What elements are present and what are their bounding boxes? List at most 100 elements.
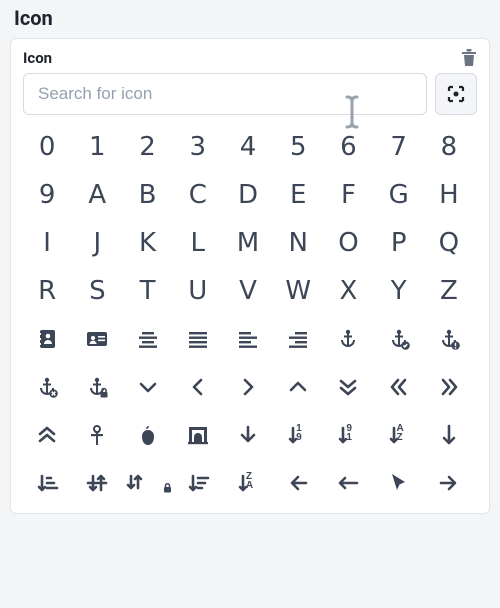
angles-up-icon[interactable]	[23, 413, 71, 457]
digit-7[interactable]: 7	[375, 125, 423, 169]
letter-s[interactable]: S	[73, 269, 121, 313]
arrow-down-up-lock-icon	[124, 471, 148, 495]
align-justify-icon[interactable]	[174, 317, 222, 361]
angle-down-icon[interactable]	[123, 365, 171, 409]
digit-6[interactable]: 6	[324, 125, 372, 169]
address-book-icon[interactable]	[23, 317, 71, 361]
letter-c[interactable]: C	[174, 173, 222, 217]
angle-right-icon[interactable]	[224, 365, 272, 409]
digit-3[interactable]: 3	[174, 125, 222, 169]
panel-label: Icon	[23, 49, 52, 67]
digit-8[interactable]: 8	[425, 125, 473, 169]
arrow-down-wide-short-icon[interactable]	[174, 461, 222, 505]
letter-l-glyph: L	[191, 230, 206, 256]
angles-left-icon	[387, 375, 411, 399]
arrow-down-up-lock-icon[interactable]	[123, 461, 171, 505]
letter-i[interactable]: I	[23, 221, 71, 265]
icon-grid-scroll[interactable]: 012345678 9ABCDEFGH IJK LMNOPQ RSTUVWXYZ 1991…	[23, 125, 477, 505]
letter-k[interactable]: K	[123, 221, 171, 265]
letter-p[interactable]: P	[375, 221, 423, 265]
letter-r-glyph: R	[38, 278, 56, 304]
letter-g[interactable]: G	[375, 173, 423, 217]
arrow-down-9-1-icon[interactable]: 91	[324, 413, 372, 457]
arrow-left-icon[interactable]	[274, 461, 322, 505]
angle-right-icon	[236, 375, 260, 399]
letter-y[interactable]: Y	[375, 269, 423, 313]
digit-9[interactable]: 9	[23, 173, 71, 217]
arrow-down-icon[interactable]	[224, 413, 272, 457]
arrow-left-long-icon[interactable]	[324, 461, 372, 505]
address-card-icon[interactable]	[73, 317, 121, 361]
anchor-xmark-icon[interactable]	[23, 365, 71, 409]
target-icon	[446, 84, 466, 104]
angle-left-icon	[186, 375, 210, 399]
apple-icon	[136, 423, 160, 447]
letter-x[interactable]: X	[324, 269, 372, 313]
letter-v[interactable]: V	[224, 269, 272, 313]
letter-r[interactable]: R	[23, 269, 71, 313]
letter-w[interactable]: W	[274, 269, 322, 313]
anchor-lock-icon	[85, 375, 109, 399]
letter-n-glyph: N	[288, 230, 307, 256]
digit-4[interactable]: 4	[224, 125, 272, 169]
letter-q[interactable]: Q	[425, 221, 473, 265]
letter-z[interactable]: Z	[425, 269, 473, 313]
letter-u[interactable]: U	[174, 269, 222, 313]
address-card-icon	[85, 327, 109, 351]
letter-e[interactable]: E	[274, 173, 322, 217]
arrow-down-short-wide-icon[interactable]	[23, 461, 71, 505]
angle-left-icon[interactable]	[174, 365, 222, 409]
anchor-lock-icon[interactable]	[73, 365, 121, 409]
ankh-icon[interactable]	[73, 413, 121, 457]
angles-down-icon	[336, 375, 360, 399]
digit-8-glyph: 8	[441, 134, 458, 160]
arrow-down-up-across-icon[interactable]	[73, 461, 121, 505]
letter-a[interactable]: A	[73, 173, 121, 217]
letter-k-glyph: K	[139, 230, 156, 256]
letter-t[interactable]: T	[123, 269, 171, 313]
arrow-right-icon	[437, 471, 461, 495]
letter-o[interactable]: O	[324, 221, 372, 265]
delete-icon-button[interactable]	[461, 49, 477, 67]
anchor-icon[interactable]	[324, 317, 372, 361]
angles-left-icon[interactable]	[375, 365, 423, 409]
digit-2[interactable]: 2	[123, 125, 171, 169]
icon-grid: 012345678 9ABCDEFGH IJK LMNOPQ RSTUVWXYZ 1991…	[23, 125, 473, 505]
arrow-down-z-a-icon[interactable]: ZA	[224, 461, 272, 505]
ankh-icon	[85, 423, 109, 447]
letter-h[interactable]: H	[425, 173, 473, 217]
search-input[interactable]	[23, 73, 427, 115]
arrow-pointer-icon[interactable]	[375, 461, 423, 505]
angles-up-icon	[35, 423, 59, 447]
letter-f-glyph: F	[341, 182, 356, 208]
arrow-right-icon[interactable]	[425, 461, 473, 505]
letter-j[interactable]: J	[73, 221, 121, 265]
digit-0[interactable]: 0	[23, 125, 71, 169]
apple-icon[interactable]	[123, 413, 171, 457]
letter-b[interactable]: B	[123, 173, 171, 217]
align-center-icon[interactable]	[123, 317, 171, 361]
arrow-down-a-z-icon[interactable]: AZ	[375, 413, 423, 457]
align-right-icon[interactable]	[274, 317, 322, 361]
arrow-down-up-across-icon	[85, 471, 109, 495]
anchor-exclamation-icon[interactable]	[425, 317, 473, 361]
letter-d[interactable]: D	[224, 173, 272, 217]
arrow-down-long-icon[interactable]	[425, 413, 473, 457]
letter-z-glyph: Z	[440, 278, 458, 304]
letter-n[interactable]: N	[274, 221, 322, 265]
angles-down-icon[interactable]	[324, 365, 372, 409]
angles-right-icon[interactable]	[425, 365, 473, 409]
letter-l[interactable]: L	[174, 221, 222, 265]
letter-t-glyph: T	[140, 278, 156, 304]
archway-icon[interactable]	[174, 413, 222, 457]
digit-1[interactable]: 1	[73, 125, 121, 169]
digit-5[interactable]: 5	[274, 125, 322, 169]
letter-m[interactable]: M	[224, 221, 272, 265]
letter-f[interactable]: F	[324, 173, 372, 217]
align-left-icon[interactable]	[224, 317, 272, 361]
angle-up-icon[interactable]	[274, 365, 322, 409]
anchor-check-icon[interactable]	[375, 317, 423, 361]
arrow-down-1-9-icon[interactable]: 19	[274, 413, 322, 457]
target-picker-button[interactable]	[435, 73, 477, 115]
arrow-left-icon	[286, 471, 310, 495]
